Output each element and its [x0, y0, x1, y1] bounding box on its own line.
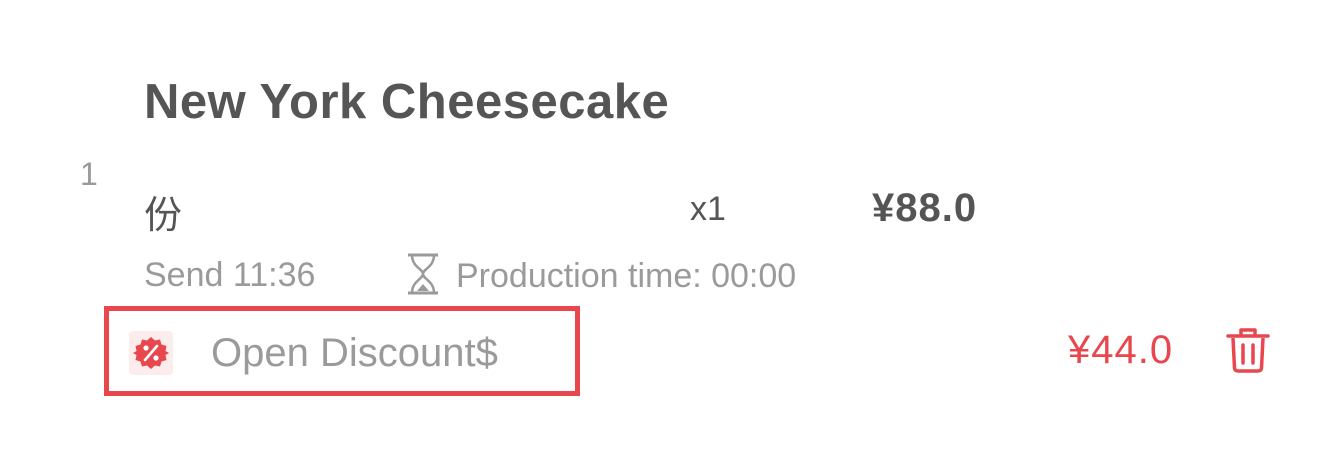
trash-icon[interactable] — [1226, 326, 1270, 374]
item-unit: 份 — [144, 193, 183, 237]
send-time: Send 11:36 — [144, 256, 316, 294]
production-time: Production time: 00:00 — [404, 253, 797, 300]
item-quantity: x1 — [690, 190, 726, 228]
discount-label: Open Discount$ — [211, 331, 498, 375]
hourglass-icon — [404, 253, 456, 300]
discount-amount: ¥44.0 — [1068, 328, 1174, 372]
production-time-label: Production time: 00:00 — [456, 256, 797, 295]
open-discount-button[interactable]: Open Discount$ — [104, 306, 580, 396]
discount-badge-icon — [129, 331, 173, 375]
item-price: ¥88.0 — [872, 186, 978, 230]
item-name: New York Cheesecake — [144, 75, 670, 129]
item-index: 1 — [80, 156, 98, 192]
order-item: 1 New York Cheesecake 份 x1 ¥88.0 Send 11… — [0, 0, 1320, 456]
